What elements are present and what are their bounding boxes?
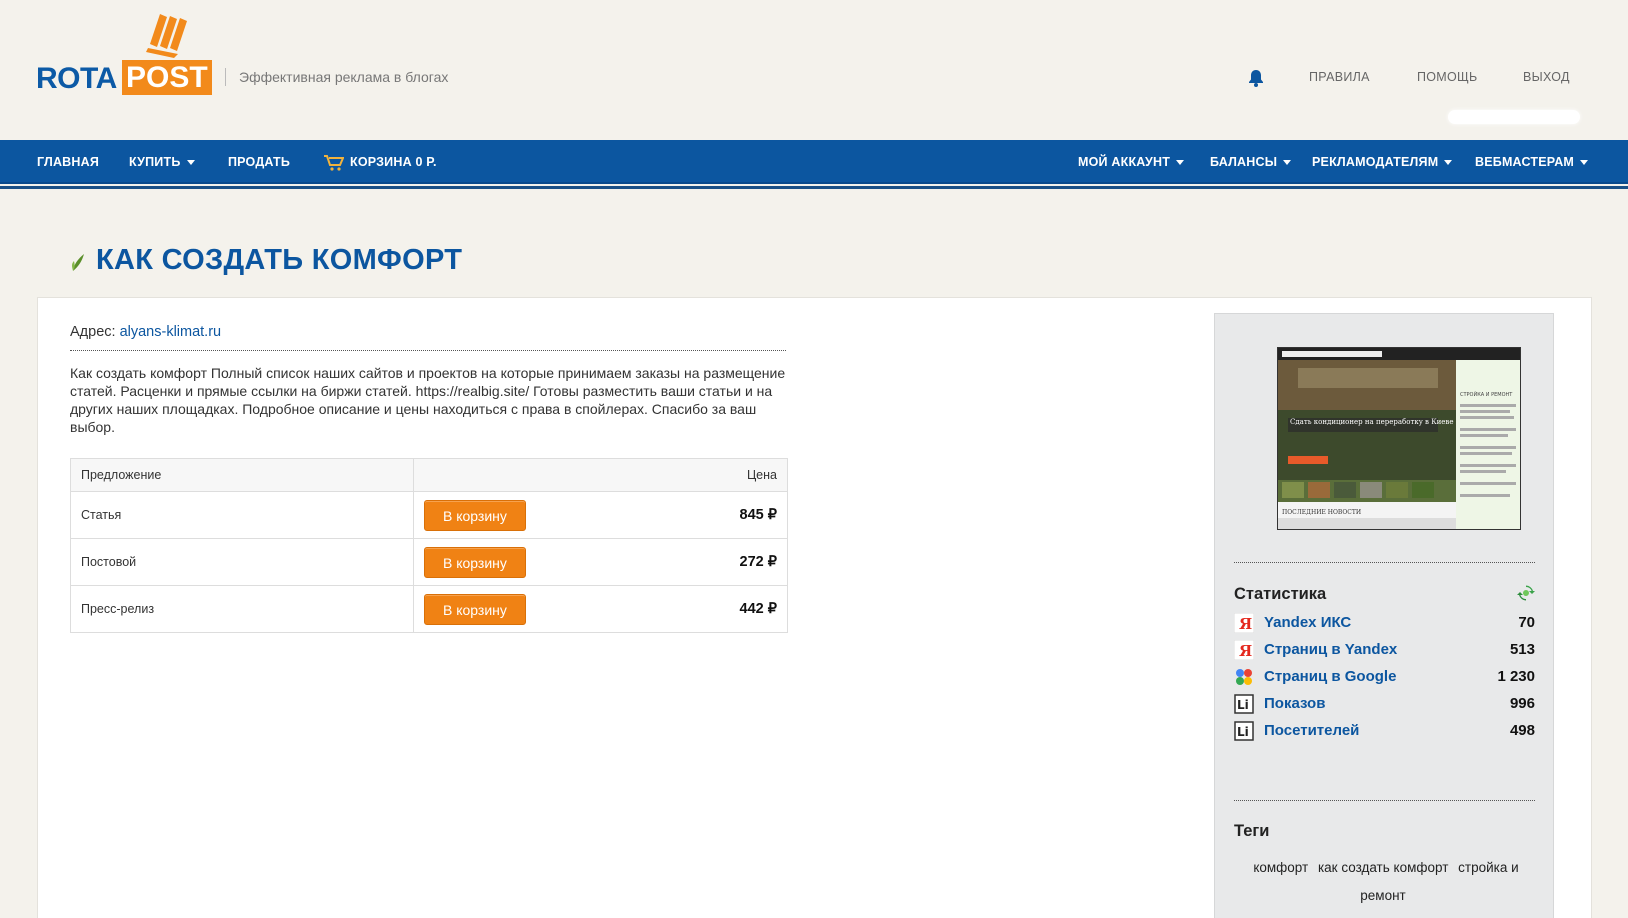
statistics-title: Статистика [1234, 585, 1327, 603]
col-offer-header: Предложение [70, 458, 414, 492]
offers-table-header: Предложение Цена [70, 458, 788, 492]
google-icon [1236, 669, 1252, 685]
bell-icon[interactable] [1246, 68, 1266, 88]
offer-name: Пресс-релиз [70, 585, 414, 633]
svg-text:Li: Li [1237, 698, 1249, 712]
nav-my-account[interactable]: МОЙ АККАУНТ [1078, 140, 1185, 184]
nav-buy-label: КУПИТЬ [129, 155, 181, 169]
offers-table: Предложение Цена Статья В корзину 845 ₽ … [70, 458, 788, 633]
site-description: Как создать комфорт Полный список наших … [70, 365, 786, 435]
table-row: Постовой В корзину 272 ₽ [70, 538, 788, 586]
site-info-panel: Сдать кондиционер на переработку в Киеве… [1214, 313, 1554, 918]
site-screenshot-image: Сдать кондиционер на переработку в Киеве… [1278, 348, 1520, 529]
yandex-icon: Я [1234, 613, 1254, 633]
nav-buy[interactable]: КУПИТЬ [129, 140, 195, 184]
nav-sell[interactable]: ПРОДАТЬ [228, 140, 290, 184]
liveinternet-icon: Li [1234, 694, 1254, 714]
chevron-down-icon [1283, 160, 1292, 166]
tags-list: комфорт как создать комфорт стройка и ре… [1234, 854, 1535, 910]
site-address: Адрес: alyans-klimat.ru [70, 324, 221, 340]
svg-text:Я: Я [1239, 642, 1252, 660]
add-to-cart-button[interactable]: В корзину [424, 499, 526, 531]
site-screenshot-thumbnail[interactable]: Сдать кондиционер на переработку в Киеве… [1277, 347, 1521, 530]
help-link[interactable]: ПОМОЩЬ [1417, 70, 1478, 84]
cart-icon [324, 154, 344, 171]
stat-value: 513 [1509, 641, 1535, 658]
liveinternet-icon: Li [1234, 721, 1254, 741]
thumbnail-footer: ПОСЛЕДНИЕ НОВОСТИ [1282, 509, 1361, 516]
svg-text:Li: Li [1237, 725, 1249, 739]
add-to-cart-button[interactable]: В корзину [424, 593, 526, 625]
logo-text-rota: ROTA [36, 62, 117, 95]
logo-text-post: POST [122, 60, 212, 95]
offer-price: 442 ₽ [739, 600, 777, 617]
nav-balances[interactable]: БАЛАНСЫ [1210, 140, 1292, 184]
site-card: Адрес: alyans-klimat.ru Как создать комф… [37, 297, 1592, 918]
stat-row-google-pages: Страниц в Google 1 230 [1234, 666, 1535, 688]
offer-price: 845 ₽ [739, 506, 777, 523]
nav-webmasters[interactable]: ВЕБМАСТЕРАМ [1475, 140, 1589, 184]
offer-price-cell: В корзину 272 ₽ [413, 538, 788, 586]
stat-label[interactable]: Посетителей [1264, 722, 1359, 739]
offer-price: 272 ₽ [739, 553, 777, 570]
stat-value: 996 [1509, 695, 1535, 712]
address-label: Адрес: [70, 324, 120, 340]
nav-underline [0, 186, 1628, 189]
stat-value: 1 230 [1497, 668, 1535, 685]
yandex-icon: Я [1234, 640, 1254, 660]
nav-home-label: ГЛАВНАЯ [37, 155, 100, 169]
chevron-down-icon [1444, 160, 1453, 166]
col-price-header: Цена [413, 458, 788, 492]
chevron-down-icon [1176, 160, 1185, 166]
offer-name: Постовой [70, 538, 414, 586]
svg-text:Я: Я [1239, 615, 1252, 633]
tag-link[interactable]: как создать комфорт [1318, 860, 1448, 875]
stat-label[interactable]: Страниц в Google [1264, 668, 1396, 685]
nav-my-account-label: МОЙ АККАУНТ [1078, 155, 1171, 169]
stat-row-yandex-iks: Я Yandex ИКС 70 [1234, 612, 1535, 634]
add-to-cart-button[interactable]: В корзину [424, 546, 526, 578]
stat-label[interactable]: Страниц в Yandex [1264, 641, 1397, 658]
address-link[interactable]: alyans-klimat.ru [120, 324, 222, 340]
offer-price-cell: В корзину 845 ₽ [413, 491, 788, 539]
pencil-logo-icon [146, 14, 187, 58]
nav-cart-label: КОРЗИНА 0 Р. [350, 155, 437, 169]
nav-cart[interactable]: КОРЗИНА 0 Р. [324, 140, 437, 184]
chevron-down-icon [186, 160, 195, 166]
site-tagline: Эффективная реклама в блогах [225, 68, 448, 86]
stat-value: 498 [1509, 722, 1535, 739]
stat-label[interactable]: Показов [1264, 695, 1325, 712]
stat-row-views: Li Показов 996 [1234, 693, 1535, 715]
nav-sell-label: ПРОДАТЬ [228, 155, 291, 169]
main-nav: ГЛАВНАЯ КУПИТЬ ПРОДАТЬ КОРЗИНА 0 Р. МОЙ … [0, 140, 1628, 184]
divider [1234, 800, 1535, 801]
rotapost-logo[interactable]: ROTA POST [36, 4, 212, 95]
thumbnail-sidebar-title: СТРОЙКА И РЕМОНТ [1460, 391, 1513, 398]
nav-webmasters-label: ВЕБМАСТЕРАМ [1475, 155, 1575, 169]
nav-advertisers[interactable]: РЕКЛАМОДАТЕЛЯМ [1312, 140, 1453, 184]
leaf-icon [72, 254, 84, 271]
offer-price-cell: В корзину 442 ₽ [413, 585, 788, 633]
table-row: Пресс-релиз В корзину 442 ₽ [70, 585, 788, 633]
nav-advertisers-label: РЕКЛАМОДАТЕЛЯМ [1312, 155, 1439, 169]
logout-link[interactable]: ВЫХОД [1523, 70, 1570, 84]
nav-balances-label: БАЛАНСЫ [1210, 155, 1278, 169]
stat-row-visitors: Li Посетителей 498 [1234, 720, 1535, 742]
site-header: ROTA POST Эффективная реклама в блогах П… [0, 0, 1628, 138]
chevron-down-icon [1580, 160, 1589, 166]
stat-label[interactable]: Yandex ИКС [1264, 614, 1351, 631]
nav-home[interactable]: ГЛАВНАЯ [37, 140, 99, 184]
divider [70, 350, 786, 351]
stat-value: 70 [1518, 614, 1535, 631]
refresh-icon[interactable] [1517, 584, 1535, 602]
rules-link[interactable]: ПРАВИЛА [1309, 70, 1370, 84]
tags-title: Теги [1234, 822, 1270, 840]
divider [1234, 562, 1535, 563]
stat-row-yandex-pages: Я Страниц в Yandex 513 [1234, 639, 1535, 661]
tag-link[interactable]: комфорт [1253, 860, 1308, 875]
table-row: Статья В корзину 845 ₽ [70, 491, 788, 539]
page-title: КАК СОЗДАТЬ КОМФОРТ [96, 244, 463, 276]
user-name-redacted [1448, 110, 1580, 124]
offer-name: Статья [70, 491, 414, 539]
